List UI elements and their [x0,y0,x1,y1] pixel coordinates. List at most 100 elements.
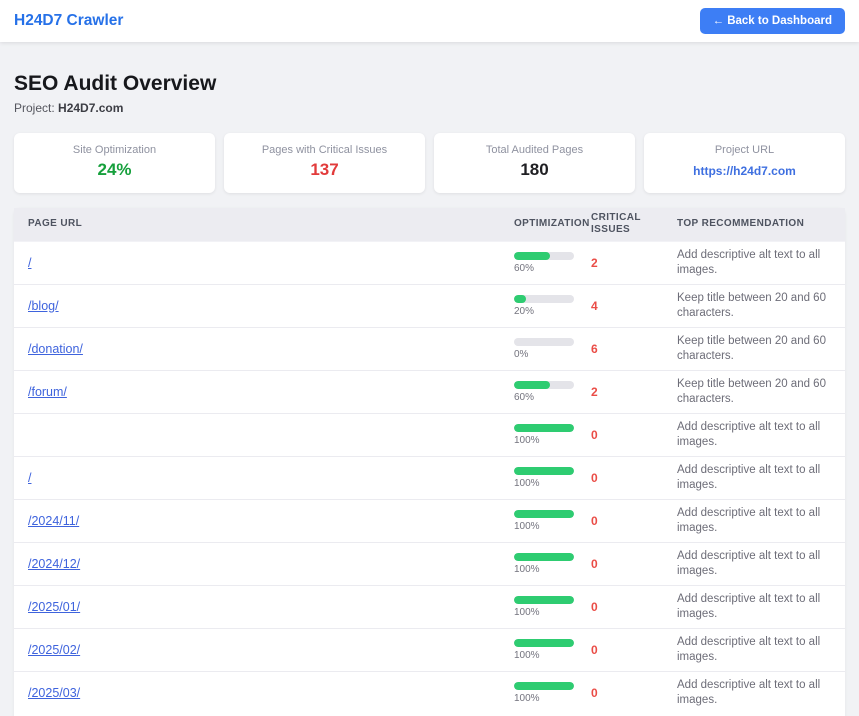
audit-table-card: PAGE URL OPTIMIZATION CRITICAL ISSUES TO… [14,208,845,716]
critical-issues-count: 6 [583,327,669,370]
back-to-dashboard-button[interactable]: ← Back to Dashboard [700,8,846,34]
audit-table: PAGE URL OPTIMIZATION CRITICAL ISSUES TO… [14,208,845,714]
optimization-percent-label: 100% [514,650,575,661]
page-url-link[interactable]: /2025/02/ [28,643,80,657]
optimization-percent-label: 60% [514,263,575,274]
optimization-progress-fill [514,553,574,561]
page-url-link[interactable]: /donation/ [28,342,83,356]
top-recommendation-text: Add descriptive alt text to all images. [669,241,845,284]
optimization-cell: 60% [506,241,583,284]
page-url-link[interactable]: /2025/03/ [28,686,80,700]
card-label: Total Audited Pages [442,144,627,156]
project-line: Project: H24D7.com [14,101,845,115]
table-row: /2024/12/100%0Add descriptive alt text t… [14,542,845,585]
card-site-optimization: Site Optimization 24% [14,133,215,193]
card-label: Project URL [652,144,837,156]
optimization-progress-bar [514,682,574,690]
audit-table-body: /60%2Add descriptive alt text to all ima… [14,241,845,714]
project-url-link[interactable]: https://h24d7.com [693,164,796,178]
optimization-cell: 0% [506,327,583,370]
optimization-progress-fill [514,510,574,518]
card-label: Pages with Critical Issues [232,144,417,156]
optimization-progress-bar [514,596,574,604]
optimization-progress-fill [514,381,550,389]
table-row: /blog/20%4Keep title between 20 and 60 c… [14,284,845,327]
card-critical-pages: Pages with Critical Issues 137 [224,133,425,193]
table-row: /100%0Add descriptive alt text to all im… [14,456,845,499]
page-url-link[interactable]: /2024/12/ [28,557,80,571]
page-url-cell: /2025/03/ [14,671,506,714]
card-value-critical-pages: 137 [232,160,417,179]
table-row: / 60% 2Add descriptive alt text to all ima… [14,241,845,284]
card-total-pages: Total Audited Pages 180 [434,133,635,193]
optimization-percent-label: 100% [514,435,575,446]
page-url-cell: /donation/ [14,327,506,370]
optimization-progress-bar [514,424,574,432]
card-value-site-optimization: 24% [22,160,207,179]
optimization-percent-label: 0% [514,349,575,360]
project-name: H24D7.com [58,101,123,115]
column-header-page-url: PAGE URL [14,208,506,241]
optimization-progress-bar [514,338,574,346]
critical-issues-count: 2 [583,241,669,284]
optimization-percent-label: 100% [514,478,575,489]
page-url-link[interactable]: /2024/11/ [28,514,79,528]
table-header-row: PAGE URL OPTIMIZATION CRITICAL ISSUES TO… [14,208,845,241]
optimization-percent-label: 100% [514,607,575,618]
critical-issues-count: 0 [583,671,669,714]
optimization-progress-bar [514,252,574,260]
critical-issues-count: 0 [583,413,669,456]
optimization-progress-bar [514,381,574,389]
optimization-progress-fill [514,252,550,260]
optimization-cell: 100% [506,628,583,671]
main-content: SEO Audit Overview Project: H24D7.com Si… [0,42,859,716]
critical-issues-count: 0 [583,585,669,628]
page-url-cell: /2025/02/ [14,628,506,671]
optimization-percent-label: 100% [514,521,575,532]
column-header-top-recommendation: TOP RECOMMENDATION [669,208,845,241]
critical-issues-count: 2 [583,370,669,413]
project-label: Project: [14,101,55,115]
page-url-link[interactable]: /2025/01/ [28,600,80,614]
card-value-total-pages: 180 [442,160,627,179]
optimization-cell: 20% [506,284,583,327]
optimization-percent-label: 100% [514,693,575,704]
table-row: /2024/11/100%0Add descriptive alt text t… [14,499,845,542]
top-recommendation-text: Keep title between 20 and 60 characters. [669,327,845,370]
page-url-link[interactable]: / [28,471,31,485]
page-url-link[interactable]: /blog/ [28,299,59,313]
page-url-cell: /2025/01/ [14,585,506,628]
optimization-progress-bar [514,295,574,303]
top-recommendation-text: Add descriptive alt text to all images. [669,456,845,499]
app-brand[interactable]: H24D7 Crawler [14,12,123,30]
top-recommendation-text: Add descriptive alt text to all images. [669,413,845,456]
optimization-percent-label: 60% [514,392,575,403]
optimization-cell: 100% [506,542,583,585]
table-row: /forum/60% 2Keep title between 20 and 60 … [14,370,845,413]
top-recommendation-text: Add descriptive alt text to all images. [669,628,845,671]
optimization-progress-bar [514,553,574,561]
optimization-progress-bar [514,467,574,475]
page-url-cell [14,413,506,456]
top-recommendation-text: Keep title between 20 and 60 characters. [669,284,845,327]
critical-issues-count: 0 [583,628,669,671]
page-url-link[interactable]: /forum/ [28,385,67,399]
table-row: 100% 0Add descriptive alt text to all ima… [14,413,845,456]
summary-cards: Site Optimization 24% Pages with Critica… [14,133,845,193]
page-url-cell: /2024/11/ [14,499,506,542]
optimization-progress-fill [514,639,574,647]
page-title: SEO Audit Overview [14,72,845,96]
optimization-progress-fill [514,295,526,303]
page-url-cell: / [14,241,506,284]
page-url-cell: /forum/ [14,370,506,413]
top-recommendation-text: Keep title between 20 and 60 characters. [669,370,845,413]
optimization-cell: 100% [506,671,583,714]
optimization-progress-fill [514,467,574,475]
optimization-progress-fill [514,682,574,690]
page-url-link[interactable]: / [28,256,31,270]
column-header-critical-issues: CRITICAL ISSUES [583,208,669,241]
optimization-cell: 100% [506,456,583,499]
top-recommendation-text: Add descriptive alt text to all images. [669,585,845,628]
optimization-progress-bar [514,639,574,647]
optimization-cell: 60% [506,370,583,413]
